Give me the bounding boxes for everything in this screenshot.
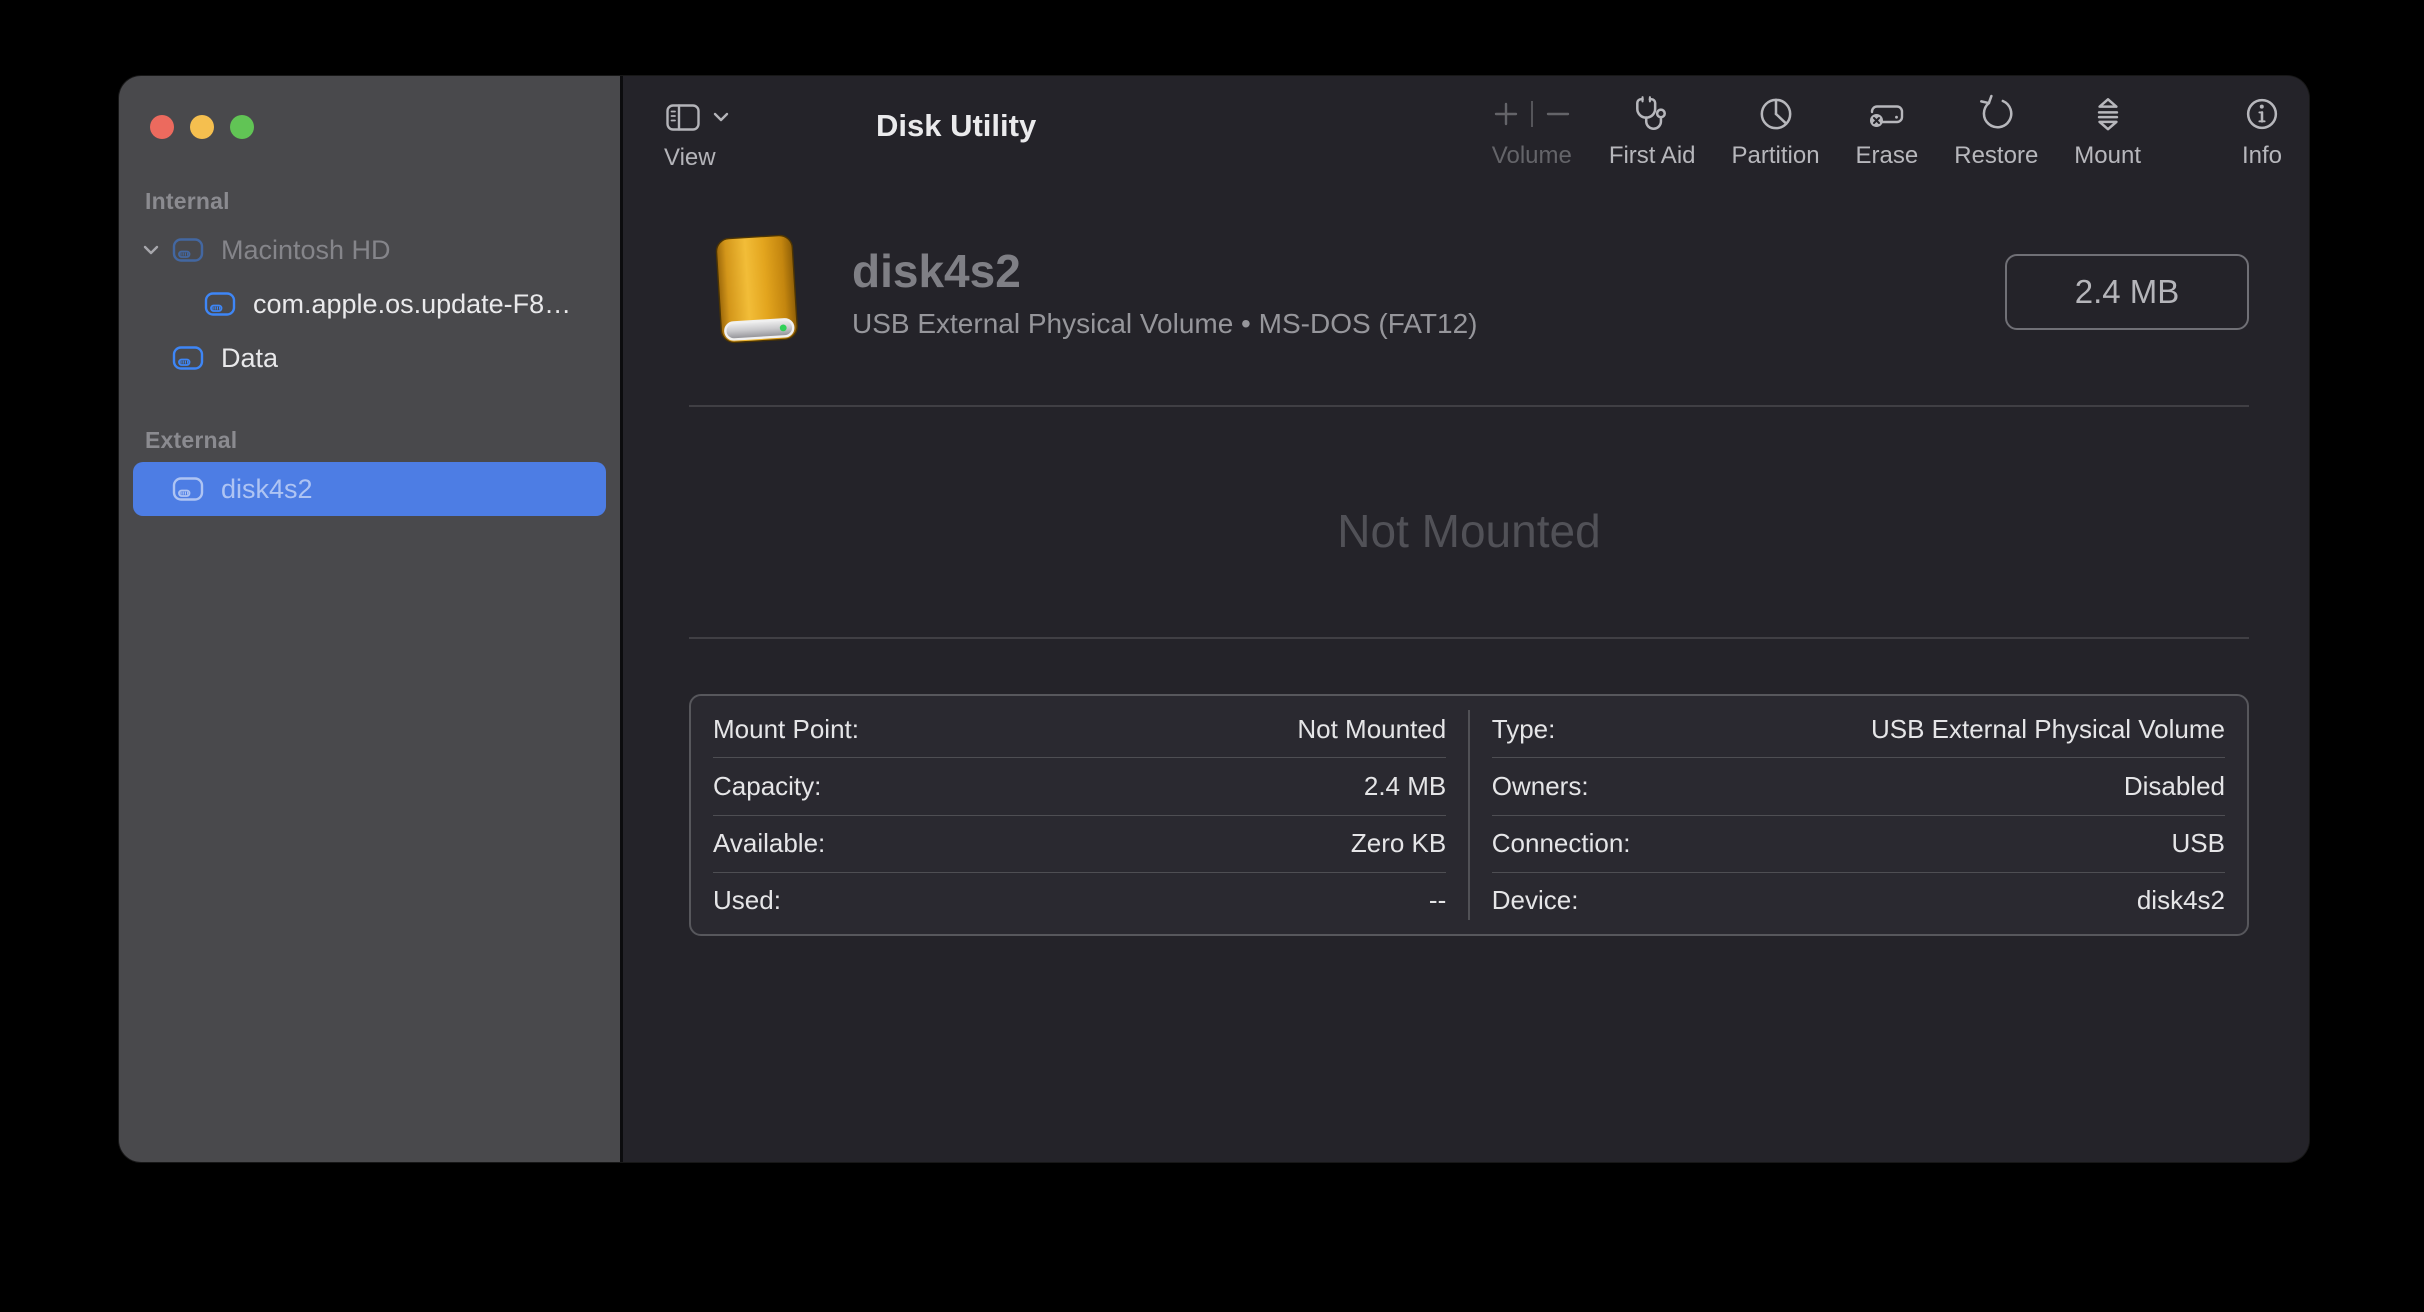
row-label: Connection: — [1492, 828, 1631, 859]
internal-disk-icon — [171, 235, 205, 265]
sidebar-item-com-apple-os-update[interactable]: com.apple.os.update-F8… — [133, 277, 606, 331]
table-row: Connection: USB — [1492, 816, 2225, 873]
volume-header: disk4s2 USB External Physical Volume • M… — [696, 232, 2249, 352]
toolbar-button-label: Restore — [1954, 142, 2038, 170]
erase-drive-icon — [1865, 93, 1909, 135]
minimize-window-button[interactable] — [190, 115, 214, 139]
toolbar-button-label: Partition — [1732, 142, 1820, 170]
row-value: Disabled — [2124, 771, 2225, 802]
view-button-label: View — [664, 144, 716, 172]
info-icon — [2241, 93, 2283, 135]
view-button[interactable]: View — [664, 96, 730, 172]
row-value: Not Mounted — [1297, 714, 1446, 745]
mount-button[interactable]: Mount — [2074, 90, 2141, 170]
stethoscope-icon — [1631, 93, 1673, 135]
divider — [689, 637, 2249, 639]
row-label: Device: — [1492, 885, 1579, 916]
erase-button[interactable]: Erase — [1856, 90, 1919, 170]
volume-disk-icon — [171, 343, 205, 373]
mount-eject-icon — [2087, 93, 2129, 135]
sidebar-item-label: Macintosh HD — [221, 235, 391, 266]
row-value: Zero KB — [1351, 828, 1446, 859]
chevron-down-icon — [712, 110, 730, 124]
external-disk-icon — [171, 474, 205, 504]
pie-chart-icon — [1755, 93, 1797, 135]
toolbar-buttons: Volume First Aid — [1491, 90, 2283, 170]
main-pane: View Disk Utility — [626, 76, 2309, 1162]
disk-utility-window: Internal Macintosh HD com.apple.os. — [119, 76, 2309, 1162]
row-value: disk4s2 — [2137, 885, 2225, 916]
window-title: Disk Utility — [876, 108, 1036, 144]
mount-status-text: Not Mounted — [689, 504, 2249, 558]
restore-arrow-icon — [1975, 93, 2017, 135]
sidebar-list: Internal Macintosh HD com.apple.os. — [119, 188, 620, 1162]
row-label: Mount Point: — [713, 714, 859, 745]
restore-button[interactable]: Restore — [1954, 90, 2038, 170]
size-badge: 2.4 MB — [2005, 254, 2249, 330]
divider — [689, 405, 2249, 407]
volume-button[interactable]: Volume — [1491, 90, 1573, 170]
toolbar-button-label: First Aid — [1609, 142, 1696, 170]
toolbar-button-label: Info — [2242, 142, 2282, 170]
toolbar-button-label: Erase — [1856, 142, 1919, 170]
sidebar-item-label: Data — [221, 343, 278, 374]
chevron-down-icon[interactable] — [133, 242, 171, 258]
desktop-background: Internal Macintosh HD com.apple.os. — [0, 0, 2424, 1312]
volume-subtitle: USB External Physical Volume • MS-DOS (F… — [852, 308, 2005, 340]
table-row: Type: USB External Physical Volume — [1492, 701, 2225, 758]
sidebar-toggle-icon — [664, 101, 702, 133]
toolbar-button-label: Mount — [2074, 142, 2141, 170]
table-row: Mount Point: Not Mounted — [713, 701, 1446, 758]
volume-heading: disk4s2 USB External Physical Volume • M… — [852, 244, 2005, 340]
sidebar-item-label: com.apple.os.update-F8… — [253, 289, 571, 320]
volume-name: disk4s2 — [852, 244, 2005, 298]
info-table-left-column: Mount Point: Not Mounted Capacity: 2.4 M… — [691, 696, 1468, 934]
minus-icon — [1543, 99, 1573, 129]
row-label: Used: — [713, 885, 781, 916]
table-row: Available: Zero KB — [713, 816, 1446, 873]
row-value: 2.4 MB — [1364, 771, 1446, 802]
table-row: Owners: Disabled — [1492, 758, 2225, 815]
sidebar-item-macintosh-hd[interactable]: Macintosh HD — [133, 223, 606, 277]
external-drive-icon — [696, 234, 816, 350]
plus-icon — [1491, 99, 1521, 129]
row-label: Owners: — [1492, 771, 1589, 802]
window-controls — [150, 115, 254, 139]
row-label: Capacity: — [713, 771, 821, 802]
row-value: USB External Physical Volume — [1871, 714, 2225, 745]
table-row: Device: disk4s2 — [1492, 873, 2225, 929]
toolbar-button-label: Volume — [1492, 142, 1572, 170]
row-label: Type: — [1492, 714, 1556, 745]
info-button[interactable]: Info — [2241, 90, 2283, 170]
info-table: Mount Point: Not Mounted Capacity: 2.4 M… — [689, 694, 2249, 936]
table-row: Used: -- — [713, 873, 1446, 929]
first-aid-button[interactable]: First Aid — [1609, 90, 1696, 170]
partition-button[interactable]: Partition — [1732, 90, 1820, 170]
zoom-window-button[interactable] — [230, 115, 254, 139]
info-table-right-column: Type: USB External Physical Volume Owner… — [1470, 696, 2247, 934]
volume-disk-icon — [203, 289, 237, 319]
sidebar-item-data[interactable]: Data — [133, 331, 606, 385]
row-value: USB — [2172, 828, 2225, 859]
row-label: Available: — [713, 828, 825, 859]
sidebar-section-external-header: External — [145, 427, 620, 454]
sidebar: Internal Macintosh HD com.apple.os. — [119, 76, 623, 1162]
sidebar-section-internal-header: Internal — [145, 188, 620, 215]
sidebar-item-disk4s2[interactable]: disk4s2 — [133, 462, 606, 516]
table-row: Capacity: 2.4 MB — [713, 758, 1446, 815]
sidebar-item-label: disk4s2 — [221, 474, 313, 505]
volume-separator — [1531, 101, 1533, 127]
row-value: -- — [1429, 885, 1446, 916]
close-window-button[interactable] — [150, 115, 174, 139]
